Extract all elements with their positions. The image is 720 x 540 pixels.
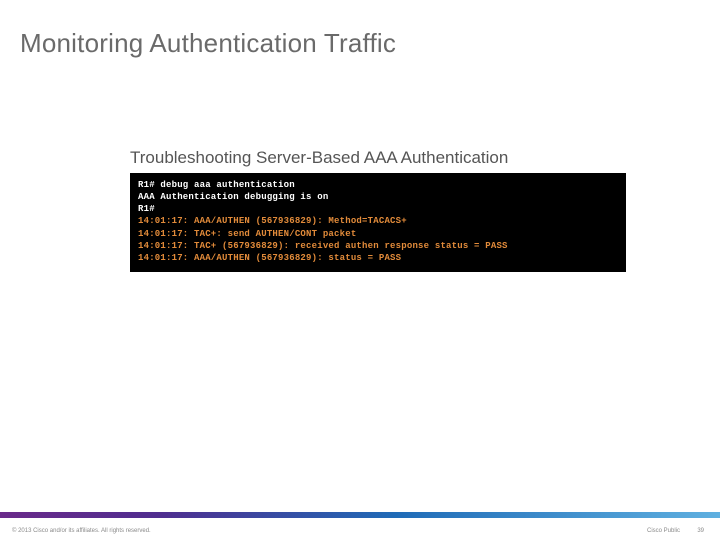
terminal-line: R1# [138, 203, 618, 215]
subtitle-thin: Troubleshooting [130, 148, 256, 167]
footer-copyright: © 2013 Cisco and/or its affiliates. All … [12, 528, 151, 534]
footer-public: Cisco Public [647, 528, 680, 534]
subtitle-rest: Server-Based AAA Authentication [256, 148, 508, 167]
terminal-line: 14:01:17: AAA/AUTHEN (567936829): Method… [138, 215, 618, 227]
terminal-line: 14:01:17: AAA/AUTHEN (567936829): status… [138, 252, 618, 264]
footer: © 2013 Cisco and/or its affiliates. All … [12, 522, 708, 534]
terminal-line: 14:01:17: TAC+ (567936829): received aut… [138, 240, 618, 252]
slide-subtitle: Troubleshooting Server-Based AAA Authent… [130, 148, 508, 168]
accent-bar [0, 512, 720, 518]
terminal-line: AAA Authentication debugging is on [138, 191, 618, 203]
slide-title: Monitoring Authentication Traffic [20, 28, 396, 59]
terminal-output: R1# debug aaa authentication AAA Authent… [130, 173, 626, 272]
slide: Monitoring Authentication Traffic Troubl… [0, 0, 720, 540]
footer-page-number: 39 [697, 528, 704, 534]
terminal-line: R1# debug aaa authentication [138, 179, 618, 191]
terminal-line: 14:01:17: TAC+: send AUTHEN/CONT packet [138, 228, 618, 240]
